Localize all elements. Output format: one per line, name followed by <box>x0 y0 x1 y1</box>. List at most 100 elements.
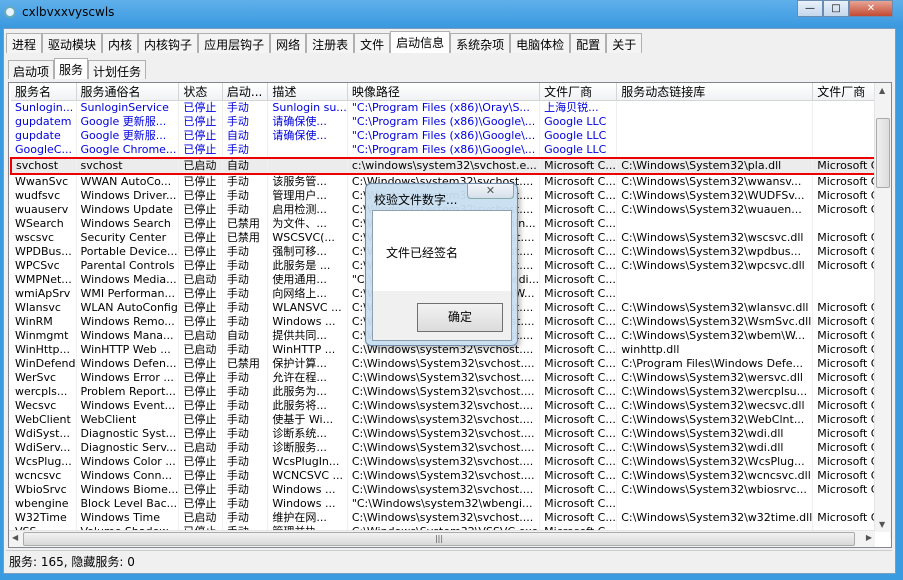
table-cell: C:\Windows\System32\wbiosrvc... <box>616 483 814 497</box>
table-cell: Microsoft C... <box>539 497 618 511</box>
table-cell: 手动 <box>222 483 269 497</box>
table-cell: Microsoft C... <box>539 189 618 203</box>
table-row[interactable]: WdiSyst... Diagnostic Syst... 已停止 手动 诊断系统...… <box>11 427 891 441</box>
table-row[interactable]: wbengine Block Level Bac... 已停止 手动 Windows .… <box>11 497 891 511</box>
scroll-down-arrow[interactable]: ▼ <box>879 520 885 529</box>
tab-10[interactable]: 电脑体检 <box>510 33 571 53</box>
horizontal-scroll-thumb[interactable]: ||| <box>23 532 855 546</box>
table-row[interactable]: W32Time Windows Time 已启动 手动 维护在网... C:\Window… <box>11 511 891 525</box>
table-cell <box>616 273 814 287</box>
table-cell: 手动 <box>222 399 269 413</box>
dialog-close-button[interactable]: ✕ <box>467 184 514 199</box>
table-cell: Microsoft C... <box>539 259 618 273</box>
table-cell: 已停止 <box>178 129 223 143</box>
scroll-left-arrow[interactable]: ◀ <box>12 533 18 542</box>
table-cell: 手动 <box>222 497 269 511</box>
tab-1[interactable]: 驱动模块 <box>42 33 103 53</box>
vertical-scroll-thumb[interactable] <box>876 118 890 188</box>
table-row[interactable]: GoogleC... Google Chrome... 已停止 手动 "C:\Progr… <box>11 143 891 158</box>
table-cell: Microsoft C... <box>539 455 618 469</box>
tab-8[interactable]: 启动信息 <box>390 31 451 53</box>
column-header[interactable]: 状态 <box>178 83 223 101</box>
tab-7[interactable]: 文件 <box>354 33 391 53</box>
table-row[interactable]: WbioSrvc Windows Biome... 已停止 手动 Windows ...… <box>11 483 891 497</box>
table-cell: 已停止 <box>178 413 223 427</box>
scroll-right-arrow[interactable]: ▶ <box>866 533 872 542</box>
subtab-0[interactable]: 启动项 <box>8 60 55 79</box>
table-cell: 已停止 <box>178 483 223 497</box>
table-cell: 已启动 <box>178 511 223 525</box>
table-row[interactable]: wercpls... Problem Report... 已停止 手动 此服务为... C… <box>11 385 891 399</box>
table-row[interactable]: svchost svchost 已启动 自动 c:\windows\system32\s… <box>10 157 891 175</box>
column-header[interactable]: 映像路径 <box>347 83 541 101</box>
column-header[interactable]: 文件厂商 <box>539 83 618 101</box>
column-header[interactable]: 服务动态链接库 <box>616 83 814 101</box>
tab-6[interactable]: 注册表 <box>306 33 355 53</box>
vertical-scrollbar[interactable]: ▲ ▼ <box>874 83 891 532</box>
table-cell: 已启动 <box>178 157 223 175</box>
maximize-button[interactable]: □ <box>823 0 849 17</box>
tab-3[interactable]: 内核钩子 <box>138 33 199 53</box>
table-row[interactable]: WcsPlug... Windows Color ... 已停止 手动 WcsPlugI… <box>11 455 891 469</box>
subtab-2[interactable]: 计划任务 <box>88 60 147 79</box>
table-row[interactable]: gupdatem Google 更新服... 已停止 手动 请确保使... "C:\Pro… <box>11 115 891 129</box>
table-cell: 已停止 <box>178 455 223 469</box>
tab-0[interactable]: 进程 <box>6 33 43 53</box>
tab-4[interactable]: 应用层钩子 <box>198 33 271 53</box>
table-cell: C:\Windows\System32\WUDFSv... <box>616 189 814 203</box>
table-cell: WPDBus... <box>11 245 77 259</box>
table-row[interactable]: Sunlogin... SunloginService 已停止 手动 Sunlogin … <box>11 100 891 115</box>
title-bar: cxlbvxxvyscwls — □ ✕ <box>0 0 903 28</box>
table-cell: 管理用户... <box>267 189 348 203</box>
table-cell: Portable Device... <box>76 245 180 259</box>
table-row[interactable]: WdiServ... Diagnostic Serv... 已启动 手动 诊断服务...… <box>11 441 891 455</box>
tab-2[interactable]: 内核 <box>102 33 139 53</box>
tab-5[interactable]: 网络 <box>270 33 307 53</box>
table-cell: Windows ... <box>267 497 348 511</box>
horizontal-scrollbar[interactable]: ◀ ||| ▶ <box>9 530 875 547</box>
table-cell: C:\Windows\system32\svchost.... <box>347 483 541 497</box>
table-cell: WWAN AutoCo... <box>76 174 180 189</box>
table-cell: 使用通用... <box>267 273 348 287</box>
table-cell: C:\Windows\System32\WcsPlug... <box>616 455 814 469</box>
tab-12[interactable]: 关于 <box>606 33 643 53</box>
table-cell: 已停止 <box>178 287 223 301</box>
tab-9[interactable]: 系统杂项 <box>450 33 511 53</box>
table-cell: 已启动 <box>178 343 223 357</box>
table-row[interactable]: Wecsvc Windows Event... 已停止 手动 此服务将... C:\Win… <box>11 399 891 413</box>
table-cell: 已停止 <box>178 245 223 259</box>
window-title: cxlbvxxvyscwls <box>22 5 115 19</box>
table-cell: C:\Windows\System32\wecsvc.dll <box>616 399 814 413</box>
table-cell: svchost <box>10 157 77 175</box>
table-cell: C:\Windows\system32\svchost.... <box>347 413 541 427</box>
table-cell: C:\Windows\system32\svchost.... <box>347 399 541 413</box>
table-cell: 自动 <box>222 157 269 175</box>
table-cell: 手动 <box>222 455 269 469</box>
tab-11[interactable]: 配置 <box>570 33 607 53</box>
table-row[interactable]: gupdate Google 更新服... 已停止 自动 请确保使... "C:\Prog… <box>11 129 891 143</box>
table-row[interactable]: wcncsvc Windows Conn... 已停止 手动 WCNCSVC ... C:… <box>11 469 891 483</box>
column-header[interactable]: 描述 <box>267 83 348 101</box>
subtab-1[interactable]: 服务 <box>54 58 89 79</box>
close-button[interactable]: ✕ <box>849 0 893 17</box>
table-cell: Parental Controls <box>76 259 180 273</box>
table-row[interactable]: WerSvc Windows Error ... 已停止 手动 允许在程... C:\Wi… <box>11 371 891 385</box>
table-cell: wcncsvc <box>11 469 77 483</box>
table-row[interactable]: WinDefend Windows Defen... 已停止 已禁用 保护计算... C:… <box>11 357 891 371</box>
table-cell: winhttp.dll <box>616 343 814 357</box>
table-cell: 使基于 Wi... <box>267 413 348 427</box>
column-header[interactable]: 启动... <box>222 83 269 101</box>
column-header[interactable]: 服务名 <box>11 83 77 101</box>
table-row[interactable]: WebClient WebClient 已停止 手动 使基于 Wi... C:\Windo… <box>11 413 891 427</box>
column-header[interactable]: 服务通俗名 <box>76 83 180 101</box>
ok-button[interactable]: 确定 <box>417 303 503 332</box>
table-cell: 手动 <box>222 143 269 158</box>
table-cell: Microsoft C... <box>539 174 618 189</box>
table-cell: W32Time <box>11 511 77 525</box>
scroll-up-arrow[interactable]: ▲ <box>879 86 885 95</box>
minimize-button[interactable]: — <box>797 0 823 17</box>
table-cell: Windows Time <box>76 511 180 525</box>
table-cell: 自动 <box>222 129 269 143</box>
table-cell: 强制可移... <box>267 245 348 259</box>
table-cell: 手动 <box>222 441 269 455</box>
